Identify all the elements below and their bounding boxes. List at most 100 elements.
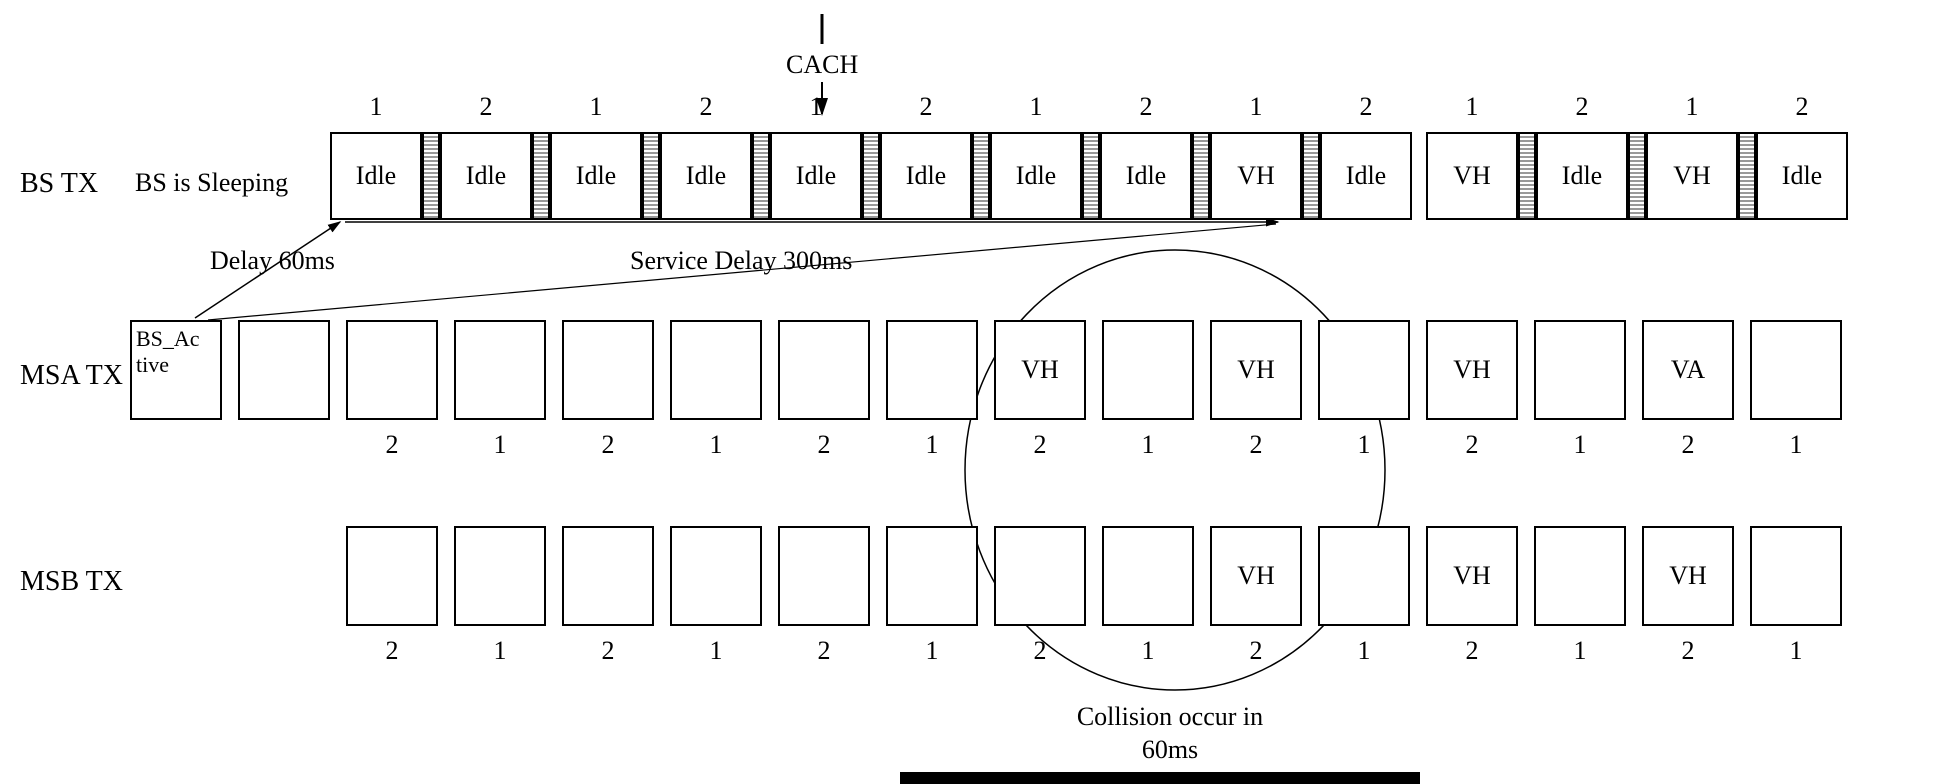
msa-slot: [1534, 320, 1626, 420]
msa-slot: [1750, 320, 1842, 420]
msb-slot: [562, 526, 654, 626]
bs-slot: VH: [1646, 132, 1738, 220]
bs-slot-number: 2: [914, 92, 938, 122]
bs-slot: Idle: [880, 132, 972, 220]
msa-slot: [454, 320, 546, 420]
msa-slot: [346, 320, 438, 420]
bs-slot: Idle: [550, 132, 642, 220]
bs-gap: [1082, 132, 1100, 220]
msa-slot-label: VA: [1644, 355, 1732, 385]
msb-slot: [1102, 526, 1194, 626]
bs-gap: [862, 132, 880, 220]
bs-slot: Idle: [1756, 132, 1848, 220]
msa-slot-number: 2: [1244, 430, 1268, 460]
delay-60-label: Delay 60ms: [210, 246, 335, 276]
msa-slot-number: 1: [488, 430, 512, 460]
bs-slot-label: VH: [1428, 161, 1516, 191]
msb-slot: [994, 526, 1086, 626]
msb-slot-number: 1: [1568, 636, 1592, 666]
msa-slot: [238, 320, 330, 420]
msb-slot-number: 2: [380, 636, 404, 666]
row-label-msb-tx: MSB TX: [20, 566, 123, 598]
msa-slot: VH: [1210, 320, 1302, 420]
bs-slot-label: Idle: [442, 161, 530, 191]
bs-slot: VH: [1426, 132, 1518, 220]
bs-slot-label: Idle: [772, 161, 860, 191]
cach-label: CACH: [786, 50, 858, 80]
bs-slot-label: Idle: [882, 161, 970, 191]
bs-gap: [532, 132, 550, 220]
msa-slot-number: 1: [1136, 430, 1160, 460]
msb-slot-number: 1: [920, 636, 944, 666]
bs-slot-number: 1: [1244, 92, 1268, 122]
msa-slot: [1102, 320, 1194, 420]
bs-slot-label: Idle: [1102, 161, 1190, 191]
bs-gap: [1518, 132, 1536, 220]
bs-gap: [642, 132, 660, 220]
bs-gap: [1738, 132, 1756, 220]
msb-slot: [778, 526, 870, 626]
msb-slot: VH: [1426, 526, 1518, 626]
bs-slot-label: Idle: [332, 161, 420, 191]
msa-slot: [562, 320, 654, 420]
bs-slot: Idle: [1536, 132, 1628, 220]
msb-slot-number: 2: [812, 636, 836, 666]
msb-slot: [1750, 526, 1842, 626]
bs-slot: Idle: [1320, 132, 1412, 220]
bs-slot-number: 1: [1460, 92, 1484, 122]
msa-slot-number: 2: [1676, 430, 1700, 460]
bs-gap: [1192, 132, 1210, 220]
msa-slot-number: 1: [920, 430, 944, 460]
msa-slot-number: 2: [596, 430, 620, 460]
msb-slot-number: 1: [704, 636, 728, 666]
collision-line1: Collision occur in: [1010, 702, 1330, 732]
msa-slot-number: 1: [1784, 430, 1808, 460]
bs-slot: Idle: [1100, 132, 1192, 220]
msa-slot: VH: [1426, 320, 1518, 420]
msa-slot: VH: [994, 320, 1086, 420]
msa-slot-number: 1: [704, 430, 728, 460]
msa-slot-number: 1: [1352, 430, 1376, 460]
msb-slot-number: 1: [1352, 636, 1376, 666]
bs-slot-label: Idle: [1758, 161, 1846, 191]
msa-slot-label: BS_Ac tive: [132, 326, 220, 378]
bs-slot-number: 2: [1354, 92, 1378, 122]
msb-slot: [1318, 526, 1410, 626]
msb-slot-number: 2: [1676, 636, 1700, 666]
msb-slot-number: 2: [1460, 636, 1484, 666]
msa-slot-number: 2: [1460, 430, 1484, 460]
msa-slot-number: 1: [1568, 430, 1592, 460]
bs-gap: [752, 132, 770, 220]
msa-slot: VA: [1642, 320, 1734, 420]
collision-bar: [900, 772, 1420, 784]
msa-slot-label: VH: [996, 355, 1084, 385]
msb-slot-number: 2: [596, 636, 620, 666]
msa-slot: [886, 320, 978, 420]
msb-slot-number: 1: [1136, 636, 1160, 666]
msb-slot: [1534, 526, 1626, 626]
service-delay-label: Service Delay 300ms: [630, 246, 852, 276]
msa-slot: [1318, 320, 1410, 420]
msa-slot: [670, 320, 762, 420]
bs-slot-number: 1: [584, 92, 608, 122]
bs-gap: [972, 132, 990, 220]
msa-slot-number: 2: [1028, 430, 1052, 460]
bs-slot-label: Idle: [992, 161, 1080, 191]
msb-slot: [886, 526, 978, 626]
msb-slot-label: VH: [1212, 561, 1300, 591]
msb-slot-label: VH: [1428, 561, 1516, 591]
msb-slot: [670, 526, 762, 626]
row-label-msa-tx: MSA TX: [20, 360, 123, 392]
msb-slot-label: VH: [1644, 561, 1732, 591]
row-label-bs-tx: BS TX: [20, 168, 98, 200]
bs-slot-label: Idle: [552, 161, 640, 191]
bs-slot-label: Idle: [1538, 161, 1626, 191]
bs-slot: Idle: [660, 132, 752, 220]
msb-slot-number: 2: [1244, 636, 1268, 666]
msb-slot: [454, 526, 546, 626]
bs-slot-number: 1: [1024, 92, 1048, 122]
msb-slot: [346, 526, 438, 626]
bs-slot-number: 1: [804, 92, 828, 122]
bs-slot: Idle: [440, 132, 532, 220]
bs-slot-number: 1: [1680, 92, 1704, 122]
